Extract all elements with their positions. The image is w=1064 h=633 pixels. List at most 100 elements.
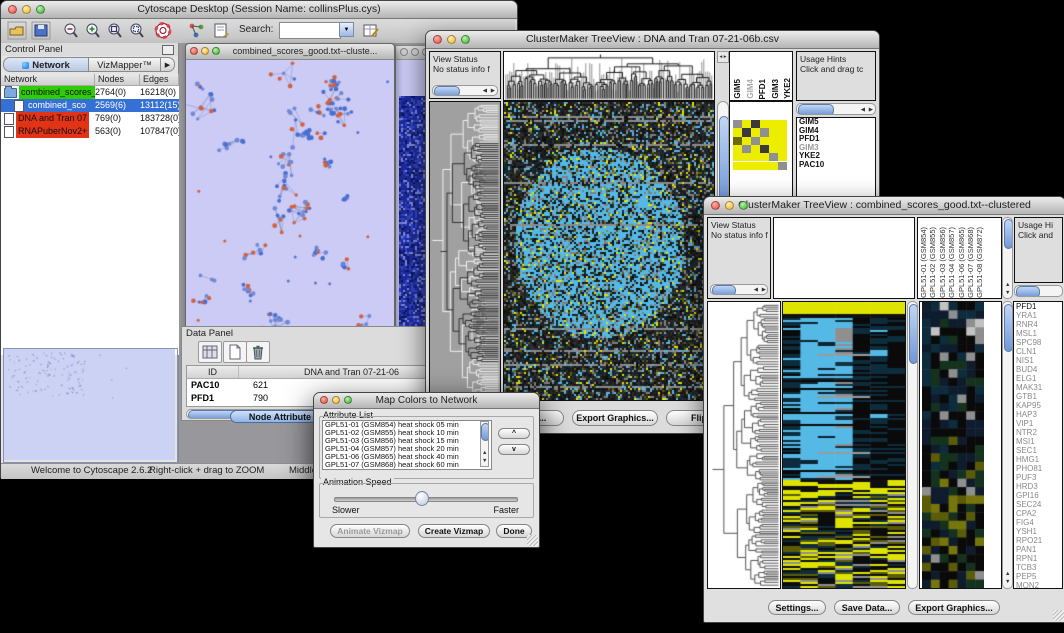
tv1-title-bar[interactable]: ClusterMaker TreeView : DNA and Tran 07-… (426, 31, 879, 49)
minimize-button[interactable] (332, 396, 340, 404)
gene-label[interactable]: HAP3 (1014, 410, 1062, 419)
tv2-vscrollbar[interactable] (907, 301, 918, 589)
scroll-right-icon[interactable]: ▶ (869, 105, 873, 115)
gene-label[interactable]: PUF3 (1014, 473, 1062, 482)
zoom-selected-icon[interactable] (127, 21, 147, 40)
tab-vizmapper[interactable]: VizMapper™ (89, 57, 161, 72)
attribute-select-icon[interactable] (198, 341, 222, 363)
column-label[interactable]: GIM4 (746, 79, 756, 99)
zoom-button[interactable] (212, 47, 220, 55)
gene-label[interactable]: CLN1 (1014, 347, 1062, 356)
id-column-header[interactable]: ID (187, 366, 239, 378)
open-session-icon[interactable] (7, 21, 27, 40)
attribute-item[interactable]: GPL51-07 (GSM868) heat shock 60 min (323, 461, 491, 469)
gene-label[interactable]: KAP95 (1014, 401, 1062, 410)
close-button[interactable] (433, 35, 442, 44)
tv2-save-data-button[interactable]: Save Data... (834, 600, 900, 615)
gene-label[interactable]: PFD1 (1014, 302, 1062, 311)
close-button[interactable] (400, 48, 408, 56)
tv1-hints-scrollbar[interactable]: ◀ ▶ (796, 103, 876, 115)
move-up-button[interactable]: ^ (498, 428, 530, 439)
zoom-out-icon[interactable] (61, 21, 81, 40)
tv2-labels-scrollbar[interactable]: ▲ ▼ (1002, 217, 1013, 299)
network-graph-view[interactable] (186, 60, 394, 365)
attribute-list-scrollbar[interactable]: ▲ ▼ (480, 421, 489, 467)
gene-label[interactable]: PHO81 (1014, 464, 1062, 473)
gene-label[interactable]: BUD4 (1014, 365, 1062, 374)
move-down-button[interactable]: v (498, 444, 530, 455)
similarity-matrix[interactable] (733, 120, 787, 170)
minimize-button[interactable] (725, 201, 734, 210)
background-network-view[interactable] (399, 96, 425, 348)
resize-grip[interactable] (1053, 610, 1064, 621)
gene-label[interactable]: MSI1 (1014, 437, 1062, 446)
gene-label[interactable]: PEP5 (1014, 572, 1062, 581)
gene-label[interactable]: GPI16 (1014, 491, 1062, 500)
gene-label[interactable]: CPA2 (1014, 509, 1062, 518)
close-button[interactable] (190, 47, 198, 55)
network-row[interactable]: DNA and Tran 07 769(0) 183728(0) (1, 112, 179, 125)
gene-label[interactable]: MAK31 (1014, 383, 1062, 392)
gene-label[interactable]: SEC1 (1014, 446, 1062, 455)
gene-label[interactable]: PAC10 (797, 161, 875, 170)
gene-label[interactable]: YSH1 (1014, 527, 1062, 536)
tv2-zoom-view[interactable] (919, 301, 1002, 589)
network-overview-thumbnail[interactable] (3, 348, 178, 463)
column-label[interactable]: GIM5 (733, 79, 743, 99)
animate-vizmap-button[interactable]: Animate Vizmap (330, 524, 410, 538)
gene-label[interactable]: PAN1 (1014, 545, 1062, 554)
zoom-fit-icon[interactable] (105, 21, 125, 40)
gene-label[interactable]: YRA1 (1014, 311, 1062, 320)
tv2-column-dendrogram[interactable] (773, 217, 915, 299)
float-panel-icon[interactable] (162, 45, 174, 55)
gene-label[interactable]: RPO21 (1014, 536, 1062, 545)
tv1-mini-arrows[interactable]: ◂ ▸ (717, 51, 729, 63)
tv2-export-graphics-button[interactable]: Export Graphics... (908, 600, 1000, 615)
gene-label[interactable]: SPC98 (1014, 338, 1062, 347)
scroll-right-icon[interactable]: ▶ (491, 86, 495, 96)
main-title-bar[interactable]: Cytoscape Desktop (Session Name: collins… (1, 1, 517, 19)
column-label[interactable]: GIM3 (771, 79, 781, 99)
delete-attribute-icon[interactable] (246, 341, 270, 363)
zoom-button[interactable] (739, 201, 748, 210)
minimize-button[interactable] (22, 5, 31, 14)
scroll-down-icon[interactable]: ▼ (482, 456, 487, 466)
tv2-gene-list[interactable]: PFD1YRA1RNR4MSL1SPC98CLN1NIS1BUD4ELG1MAK… (1013, 301, 1063, 589)
network-row[interactable]: combined_scores_ 2764(0) 16218(0) (1, 86, 179, 99)
gene-label[interactable]: MSL1 (1014, 329, 1062, 338)
tv2-row-dendrogram[interactable] (707, 301, 781, 589)
zoom-button[interactable] (344, 396, 352, 404)
resize-grip[interactable] (527, 535, 538, 546)
search-input[interactable] (279, 22, 341, 39)
gene-label[interactable]: VIP1 (1014, 419, 1062, 428)
gene-label[interactable]: TCB3 (1014, 563, 1062, 572)
tv2-hints-scrollbar[interactable] (1014, 285, 1063, 297)
help-icon[interactable] (153, 21, 173, 40)
zoom-button[interactable] (36, 5, 45, 14)
scroll-left-icon[interactable]: ◀ (754, 285, 758, 295)
gene-label[interactable]: HRD3 (1014, 482, 1062, 491)
column-label[interactable]: YKE2 (783, 78, 793, 99)
save-session-icon[interactable] (31, 21, 51, 40)
sample-label[interactable]: GPL51-02 (GSM855) (929, 227, 937, 298)
scroll-right-icon[interactable]: ▶ (762, 285, 766, 295)
scroll-left-icon[interactable]: ◀ (861, 105, 865, 115)
attribute-editor-icon[interactable] (361, 21, 381, 40)
new-attribute-icon[interactable] (223, 341, 247, 363)
zoom-in-icon[interactable] (83, 21, 103, 40)
minimize-button[interactable] (411, 48, 419, 56)
gene-label[interactable]: NIS1 (1014, 356, 1062, 365)
tv1-column-dendrogram[interactable] (503, 51, 715, 101)
gene-label[interactable]: MON2 (1014, 581, 1062, 589)
tv2-heatmap[interactable] (782, 301, 906, 589)
tv1-export-graphics-button[interactable]: Export Graphics... (572, 410, 658, 426)
tv1-heatmap[interactable] (503, 101, 715, 401)
gene-label[interactable]: NTR2 (1014, 428, 1062, 437)
tv1-status-scrollbar[interactable]: ◀ ▶ (432, 85, 498, 96)
close-button[interactable] (8, 5, 17, 14)
attribute-list[interactable]: GPL51-01 (GSM854) heat shock 05 minGPL51… (322, 420, 492, 470)
gene-label[interactable]: RNR4 (1014, 320, 1062, 329)
scroll-left-icon[interactable]: ◀ (483, 86, 487, 96)
scroll-down-icon[interactable]: ▼ (1005, 577, 1010, 587)
sample-label[interactable]: GPL51-06 (GSM865) (958, 227, 966, 298)
